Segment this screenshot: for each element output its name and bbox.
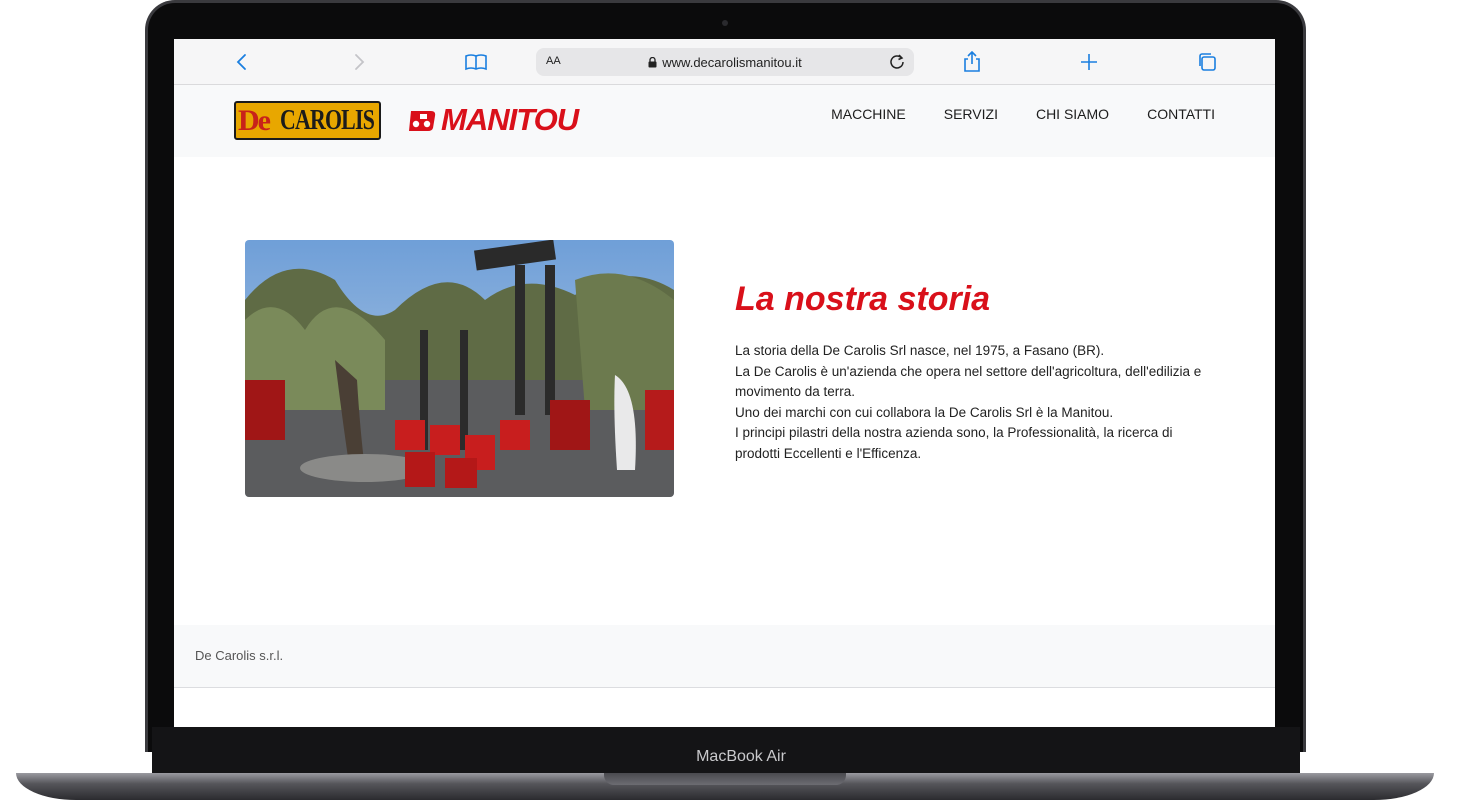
forward-icon[interactable] — [346, 49, 372, 75]
share-icon[interactable] — [959, 49, 985, 75]
nav-chi-siamo[interactable]: CHI SIAMO — [1036, 106, 1109, 122]
de-carolis-logo[interactable]: De CAROLIS — [234, 101, 381, 140]
reload-icon[interactable] — [886, 51, 908, 73]
story-paragraph: I principi pilastri della nostra azienda… — [735, 425, 1173, 461]
story-paragraph: Uno dei marchi con cui collabora la De C… — [735, 404, 1114, 420]
logo-de-text: De — [238, 104, 271, 137]
camera-dot — [722, 20, 728, 26]
browser-toolbar: AA www.decarolismanitou.it — [174, 39, 1275, 85]
manitou-emblem-icon — [409, 111, 436, 131]
manitou-logo-text: MANITOU — [441, 102, 579, 137]
url-bar[interactable]: AA www.decarolismanitou.it — [536, 48, 914, 76]
story-photo — [245, 240, 674, 497]
site-header: De CAROLIS MANITOU MACCHINE SERVIZI CHI … — [174, 85, 1275, 157]
url-text: www.decarolismanitou.it — [662, 55, 802, 70]
url-text-wrap[interactable]: www.decarolismanitou.it — [536, 55, 914, 70]
story-paragraph: La De Carolis è un'azienda che opera nel… — [735, 363, 1202, 400]
back-icon[interactable] — [229, 49, 255, 75]
main-nav: MACCHINE SERVIZI CHI SIAMO CONTATTI — [831, 106, 1215, 122]
nav-macchine[interactable]: MACCHINE — [831, 106, 906, 122]
laptop-mockup: AA www.decarolismanitou.it De CAROLIS MA… — [0, 0, 1482, 800]
story-text: La storia della De Carolis Srl nasce, ne… — [735, 341, 1215, 464]
story-paragraph: La storia della De Carolis Srl nasce, ne… — [735, 343, 1105, 358]
nav-contatti[interactable]: CONTATTI — [1147, 106, 1215, 122]
manitou-logo[interactable]: MANITOU — [407, 102, 579, 137]
logo-carolis-text: CAROLIS — [280, 105, 375, 136]
story-title: La nostra storia — [735, 280, 991, 318]
bookmarks-icon[interactable] — [463, 49, 489, 75]
nav-servizi[interactable]: SERVIZI — [944, 106, 998, 122]
laptop-hinge-notch — [604, 773, 846, 785]
site-footer: De Carolis s.r.l. — [174, 625, 1275, 688]
laptop-screen: AA www.decarolismanitou.it De CAROLIS MA… — [174, 39, 1275, 727]
footer-company: De Carolis s.r.l. — [195, 648, 284, 663]
lock-icon — [648, 57, 657, 68]
tabs-icon[interactable] — [1194, 49, 1220, 75]
device-label: MacBook Air — [696, 748, 786, 765]
new-tab-icon[interactable] — [1076, 49, 1102, 75]
